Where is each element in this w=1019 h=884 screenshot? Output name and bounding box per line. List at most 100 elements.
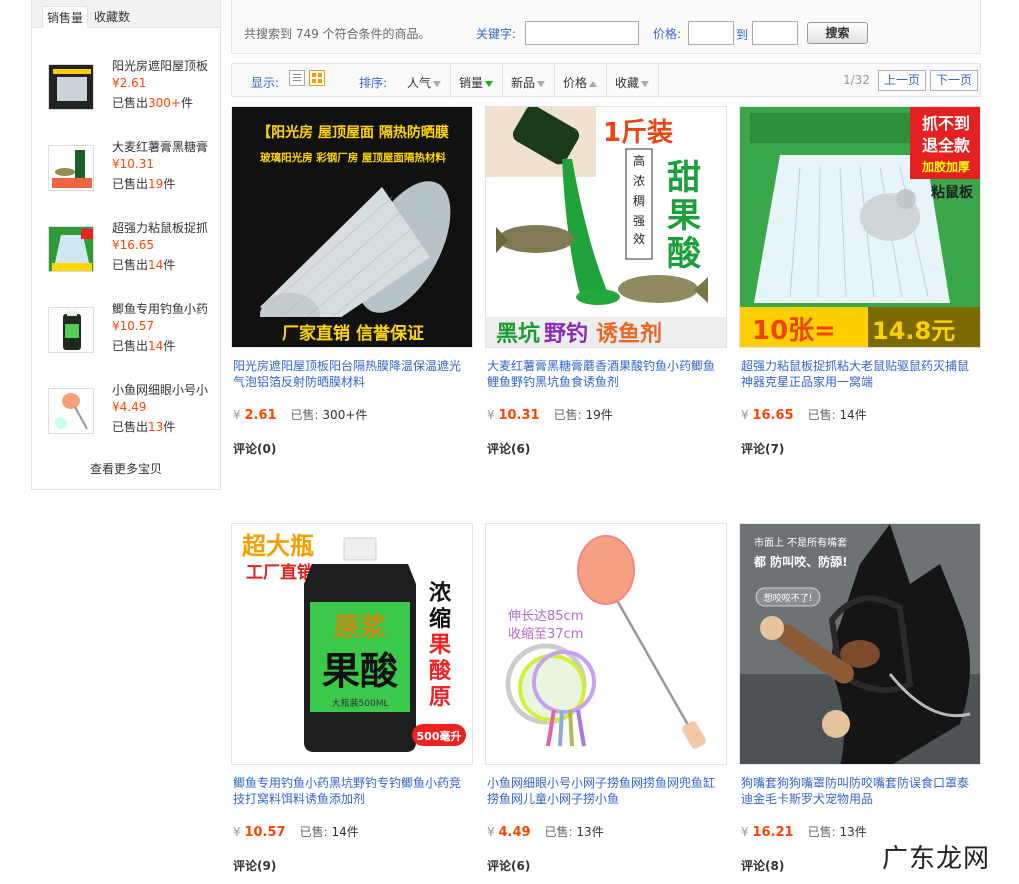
product-title-link[interactable]: 狗嘴套狗狗嘴罩防叫防咬嘴套防误食口罩泰迪金毛卡斯罗犬宠物用品 <box>741 775 977 807</box>
search-button[interactable]: 搜索 <box>807 22 868 44</box>
product-thumbnail[interactable] <box>48 226 94 272</box>
product-image[interactable]: 【阳光房 屋顶屋面 隔热防晒膜 玻璃阳光房 彩钢厂房 屋顶屋面隔热材料 厂家直销… <box>231 106 473 348</box>
svg-text:市面上 不是所有嘴套: 市面上 不是所有嘴套 <box>754 536 847 549</box>
divider <box>450 64 451 98</box>
price-max-input[interactable] <box>752 21 798 45</box>
svg-text:酸: 酸 <box>667 234 702 274</box>
sort-popularity[interactable]: 人气 <box>407 74 442 91</box>
svg-text:退全款: 退全款 <box>922 136 971 155</box>
svg-text:14.8元: 14.8元 <box>872 317 955 345</box>
product-price-row: ¥ 16.65 已售: 14件 <box>741 408 867 423</box>
price-min-input[interactable] <box>688 21 734 45</box>
image-banner-text: 【阳光房 屋顶屋面 隔热防晒膜 <box>257 124 449 141</box>
svg-text:原浆: 原浆 <box>334 612 387 643</box>
sort-down-icon <box>485 80 494 87</box>
product-price: 10.31 <box>498 408 540 423</box>
product-thumbnail[interactable] <box>48 64 94 110</box>
sort-new[interactable]: 新品 <box>511 74 546 91</box>
display-label: 显示: <box>251 76 280 90</box>
product-price: 10.57 <box>244 825 286 840</box>
svg-text:超大瓶: 超大瓶 <box>242 532 314 560</box>
sidebar-item[interactable]: 超强力粘鼠板捉抓 ¥16.65 已售出14件 <box>46 220 216 290</box>
sidebar-item-sold: 已售出19件 <box>112 177 176 191</box>
sidebar-item[interactable]: 鲫鱼专用钓鱼小药 ¥10.57 已售出14件 <box>46 301 216 371</box>
sidebar-item-sold: 已售出14件 <box>112 339 176 353</box>
sidebar-item[interactable]: 大麦红薯膏黑糖膏 ¥10.31 已售出19件 <box>46 139 216 209</box>
product-title-link[interactable]: 阳光房遮阳屋顶板阳台隔热膜降温保温遮光气泡铝箔反射防晒膜材料 <box>233 358 469 390</box>
sidebar-item-price: ¥16.65 <box>112 238 154 252</box>
sidebar-item-sold: 已售出300+件 <box>112 96 193 110</box>
view-more-link[interactable]: 查看更多宝贝 <box>32 460 220 477</box>
divider <box>658 64 659 98</box>
svg-text:缩: 缩 <box>429 606 451 632</box>
product-title-link[interactable]: 鲫鱼专用钓鱼小药黑坑野钓专钓鲫鱼小药竞技打窝料饵料诱鱼添加剂 <box>233 775 469 807</box>
svg-text:大瓶装500ML: 大瓶装500ML <box>332 697 389 709</box>
svg-text:浓: 浓 <box>429 581 452 606</box>
product-price-row: ¥ 16.21 已售: 13件 <box>741 825 867 840</box>
svg-text:强: 强 <box>633 214 645 228</box>
svg-text:原: 原 <box>429 685 451 710</box>
sort-price[interactable]: 价格 <box>563 74 598 91</box>
product-reviews-link[interactable]: 评论(7) <box>741 440 784 457</box>
site-watermark: 广东龙网 <box>882 844 991 874</box>
product-title-link[interactable]: 超强力粘鼠板捉抓粘大老鼠贴驱鼠药灭捕鼠神器克星正品家用一窝端 <box>741 358 977 390</box>
sidebar-item-price: ¥2.61 <box>112 76 147 90</box>
product-thumbnail[interactable] <box>48 388 94 434</box>
keyword-input[interactable] <box>525 21 639 45</box>
search-bar: 共搜索到 749 个符合条件的商品。 关键字: 价格: 到 搜索 <box>231 0 981 54</box>
product-price: 4.49 <box>498 825 531 840</box>
sort-favorites[interactable]: 收藏 <box>615 74 650 91</box>
sidebar-item[interactable]: 阳光房遮阳屋顶板 ¥2.61 已售出300+件 <box>46 58 216 128</box>
image-bottom-text: 厂家直销 信誉保证 <box>282 323 424 344</box>
product-image[interactable]: 1斤装 高 浓 稠 强 效 甜 果 酸 黑坑 野钓 诱鱼剂 <box>485 106 727 348</box>
svg-text:酸: 酸 <box>429 659 452 684</box>
svg-text:抓不到: 抓不到 <box>922 114 970 133</box>
product-title-link[interactable]: 小鱼网细眼小号小网子捞鱼网捞鱼网兜鱼缸捞鱼网儿童小网子捞小鱼 <box>487 775 723 807</box>
product-reviews-link[interactable]: 评论(6) <box>487 440 530 457</box>
product-image[interactable]: 抓不到 退全款 加胶加厚 粘鼠板 10张= 14.8元 <box>739 106 981 348</box>
svg-text:果: 果 <box>429 633 451 658</box>
product-reviews-link[interactable]: 评论(0) <box>233 440 276 457</box>
sidebar-item-title[interactable]: 阳光房遮阳屋顶板 <box>112 58 212 75</box>
product-image[interactable]: 伸长达85cm 收缩至37cm <box>485 523 727 765</box>
product-sold: 13件 <box>839 825 867 839</box>
product-thumbnail[interactable] <box>48 307 94 353</box>
sidebar-item-sold: 已售出13件 <box>112 420 176 434</box>
product-reviews-link[interactable]: 评论(9) <box>233 857 276 874</box>
svg-text:10张=: 10张= <box>752 316 836 346</box>
svg-text:高: 高 <box>633 153 645 168</box>
product-reviews-link[interactable]: 评论(6) <box>487 857 530 874</box>
tab-sales[interactable]: 销售量 <box>42 6 89 28</box>
sidebar-item-sold: 已售出14件 <box>112 258 176 272</box>
product-price-row: ¥ 2.61 已售: 300+件 <box>233 408 368 423</box>
product-image[interactable]: 市面上 不是所有嘴套 都 防叫咬、防舔! 想咬咬不了! <box>739 523 981 765</box>
product-thumbnail[interactable] <box>48 145 94 191</box>
svg-text:野钓: 野钓 <box>544 321 588 347</box>
sidebar-item-title[interactable]: 鲫鱼专用钓鱼小药 <box>112 301 212 318</box>
sort-down-icon <box>433 80 442 87</box>
prev-page-button[interactable]: 上一页 <box>878 70 927 91</box>
sidebar-item-title[interactable]: 大麦红薯膏黑糖膏 <box>112 139 212 156</box>
price-to-label: 到 <box>736 28 749 42</box>
svg-text:工厂直销: 工厂直销 <box>246 562 314 583</box>
sidebar-item[interactable]: 小鱼网细眼小号小 ¥4.49 已售出13件 <box>46 382 216 452</box>
sidebar-item-title[interactable]: 小鱼网细眼小号小 <box>112 382 212 399</box>
product-reviews-link[interactable]: 评论(8) <box>741 857 784 874</box>
next-page-button[interactable]: 下一页 <box>930 70 979 91</box>
svg-text:稠: 稠 <box>633 194 645 208</box>
product-title-link[interactable]: 大麦红薯膏黑糖膏蘑香酒果酸钓鱼小药鲫鱼鲤鱼野钓黑坑鱼食诱鱼剂 <box>487 358 723 390</box>
grid-view-icon[interactable] <box>309 70 325 86</box>
product-price-row: ¥ 4.49 已售: 13件 <box>487 825 604 840</box>
product-image[interactable]: 超大瓶 工厂直销 原浆 果酸 大瓶装500ML 浓 缩 果 酸 原 500毫升 <box>231 523 473 765</box>
svg-text:收缩至37cm: 收缩至37cm <box>508 626 583 642</box>
svg-text:伸长达85cm: 伸长达85cm <box>508 609 583 624</box>
tab-favorites[interactable]: 收藏数 <box>90 6 134 28</box>
sort-sales[interactable]: 销量 <box>459 74 494 91</box>
product-sold: 13件 <box>576 825 604 839</box>
image-top-text: 1斤装 <box>603 118 673 148</box>
svg-text:都 防叫咬、防舔!: 都 防叫咬、防舔! <box>753 554 848 569</box>
list-view-icon[interactable] <box>289 70 305 86</box>
sort-label: 排序: <box>359 76 388 90</box>
sidebar-item-title[interactable]: 超强力粘鼠板捉抓 <box>112 220 212 237</box>
product-price: 16.65 <box>752 408 794 423</box>
